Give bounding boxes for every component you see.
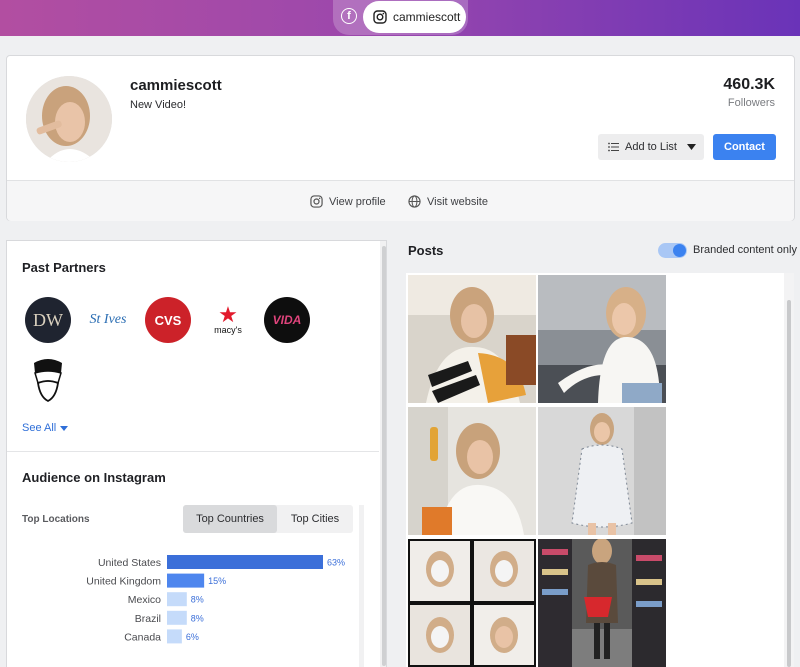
country-bar [167,573,205,588]
post-thumbnail[interactable] [408,407,536,535]
tab-top-countries[interactable]: Top Countries [183,505,277,533]
view-profile-label: View profile [329,195,386,208]
facebook-icon[interactable]: f [341,8,357,24]
partner-logo-text: CVS [154,312,182,328]
country-bar [167,610,187,625]
active-handle: cammiescott [393,10,461,24]
avatar[interactable] [26,76,112,162]
left-panel: Past Partners DW St Ives CVS ★ macy's VI… [6,240,387,667]
bio: New Video! [130,99,187,111]
country-value-label: 63% [327,558,345,568]
post-thumbnail[interactable] [538,539,666,667]
top-locations-label: Top Locations [22,514,90,525]
view-profile-link[interactable]: View profile [310,195,386,208]
partner-logo-lips[interactable] [25,357,71,403]
posts-grid [406,273,794,667]
see-all-label: See All [22,422,57,434]
instagram-icon [373,10,387,24]
username: cammiescott [130,77,222,94]
country-label: Canada [124,631,161,643]
country-value-label: 8% [191,595,204,605]
globe-icon [408,195,421,208]
star-icon: ★ [218,302,238,327]
caret-down-icon [60,425,69,431]
branded-content-toggle[interactable] [658,243,687,258]
country-bar [167,592,187,607]
country-label: United Kingdom [86,576,161,588]
audience-title: Audience on Instagram [22,470,166,485]
posts-scroll-thumb[interactable] [787,300,791,667]
country-label: Mexico [128,594,161,606]
profile-card: cammiescott New Video! 460.3K Followers … [6,55,795,221]
lips-logo-icon [34,359,62,403]
post-thumbnail[interactable] [538,407,666,535]
location-tabs: Top Countries Top Cities [183,505,353,533]
country-value-label: 15% [208,576,226,586]
contact-button[interactable]: Contact [713,134,776,160]
past-partners-title: Past Partners [22,260,106,275]
branded-content-label: Branded content only [693,244,797,256]
country-bar [167,555,323,569]
partner-logo-dw[interactable]: DW [25,297,71,343]
tab-top-cities[interactable]: Top Cities [277,505,353,533]
country-label: Brazil [135,613,161,625]
top-countries-chart: United States 63% United Kingdom 15% Mexico 8… [86,555,345,644]
list-icon [608,142,619,152]
visit-website-link[interactable]: Visit website [408,195,488,208]
left-panel-scroll-thumb[interactable] [382,246,386,666]
post-thumbnail[interactable] [408,539,536,667]
post-thumbnail[interactable] [538,275,666,403]
followers-label: Followers [727,97,775,109]
partner-logo-text: St Ives [89,312,127,327]
partner-logo-st-ives[interactable]: St Ives [85,297,131,343]
followers-count: 460.3K [723,76,775,93]
country-bar [167,629,182,644]
country-label: United States [98,557,161,569]
toggle-knob [673,244,686,257]
country-value-label: 6% [186,632,199,642]
country-value-label: 8% [191,613,204,623]
partner-logo-text: VIDA [272,313,302,327]
visit-website-label: Visit website [427,195,488,208]
instagram-icon [310,195,323,208]
posts-title: Posts [408,243,444,258]
partner-logo-text: DW [33,309,63,330]
add-to-list-button[interactable]: Add to List [598,134,704,160]
add-to-list-label: Add to List [625,141,677,153]
partner-logo-macys[interactable]: ★ macy's [205,297,251,343]
partner-logo-text: macy's [214,325,242,335]
profile-footer: View profile Visit website [7,180,794,221]
section-divider [7,451,379,452]
caret-down-icon [686,144,696,150]
post-thumbnail[interactable] [408,275,536,403]
see-all-link[interactable]: See All [22,422,69,434]
partner-logo-vida[interactable]: VIDA [264,297,310,343]
instagram-tab[interactable]: cammiescott [363,1,466,33]
partner-logo-cvs[interactable]: CVS [145,297,191,343]
